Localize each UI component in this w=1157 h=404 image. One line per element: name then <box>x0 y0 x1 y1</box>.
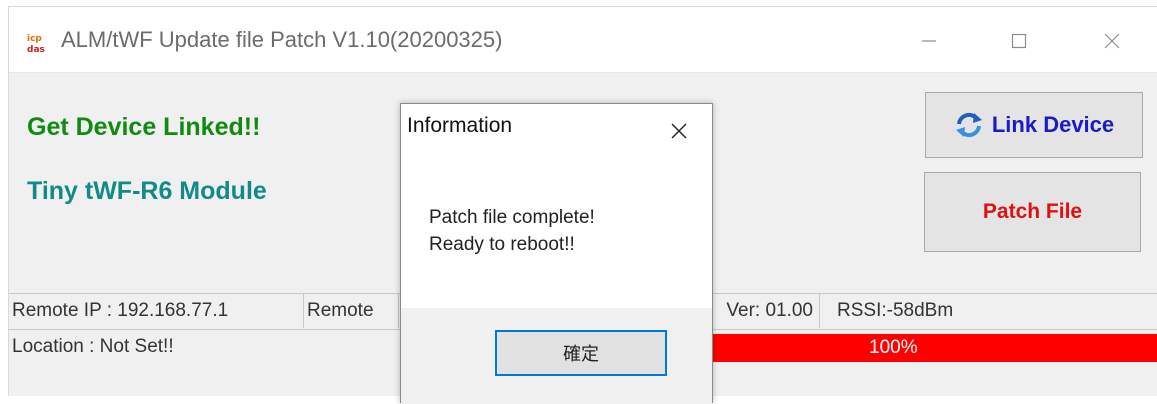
dialog-message-line1: Patch file complete! <box>429 207 595 228</box>
rssi-cell: RSSI:-58dBm <box>837 300 954 321</box>
progress-fill <box>699 334 1157 362</box>
module-name-label: Tiny tWF-R6 Module <box>27 177 267 205</box>
dialog-title: Information <box>407 114 513 137</box>
dialog-message: Patch file complete! Ready to reboot!! <box>429 204 595 258</box>
remote-ip-cell: Remote IP : 192.168.77.1 <box>9 294 304 328</box>
svg-text:das: das <box>27 45 45 55</box>
location-label: Location : Not Set!! <box>12 336 174 357</box>
minimize-button[interactable] <box>904 19 954 63</box>
information-dialog: Information Patch file complete! Ready t… <box>400 103 713 404</box>
dialog-close-button[interactable] <box>663 116 695 146</box>
remote-cell: Remote <box>304 294 399 328</box>
close-icon <box>1104 33 1120 49</box>
svg-text:icp: icp <box>27 34 42 44</box>
maximize-button[interactable] <box>994 19 1044 63</box>
close-button[interactable] <box>1087 19 1137 63</box>
patch-file-button[interactable]: Patch File <box>924 172 1141 252</box>
app-logo-icon: icp das <box>25 31 49 55</box>
progress-bar: 100% <box>699 334 1157 362</box>
title-bar[interactable]: icp das ALM/tWF Update file Patch V1.10(… <box>9 7 1157 73</box>
link-device-label: Link Device <box>991 112 1115 137</box>
progress-text: 100% <box>869 337 918 358</box>
link-device-button[interactable]: Link Device <box>925 92 1143 158</box>
close-icon <box>671 123 687 139</box>
dialog-message-line2: Ready to reboot!! <box>429 234 575 255</box>
minimize-icon <box>922 40 936 42</box>
link-status-label: Get Device Linked!! <box>27 113 261 141</box>
refresh-icon <box>955 112 982 138</box>
version-cell: Ver: 01.00 <box>699 294 820 328</box>
dialog-footer: 確定 <box>401 308 712 404</box>
window-title: ALM/tWF Update file Patch V1.10(20200325… <box>61 27 503 52</box>
ok-button[interactable]: 確定 <box>495 330 667 376</box>
maximize-icon <box>1011 33 1027 49</box>
